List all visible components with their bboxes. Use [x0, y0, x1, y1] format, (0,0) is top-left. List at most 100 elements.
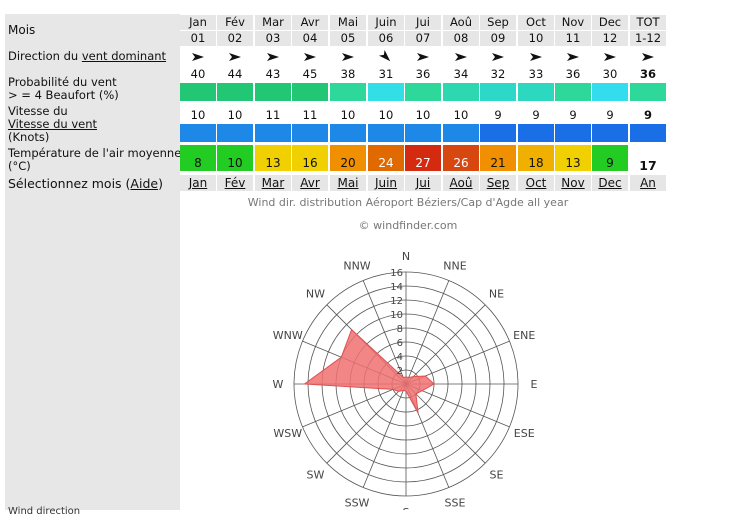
radial-tick-label: 6	[397, 338, 403, 349]
month-select-link-9[interactable]: Oct	[518, 175, 554, 191]
temperature-value-total: 17	[639, 158, 657, 173]
direction-label: NE	[489, 287, 504, 300]
month-select-link-2[interactable]: Mar	[255, 175, 291, 191]
month-number-8: 09	[480, 31, 516, 46]
direction-label: W	[273, 378, 284, 391]
month-select-link-7[interactable]: Aoû	[443, 175, 479, 191]
label-select-suffix: )	[158, 176, 163, 191]
wind-probability-bar-7	[443, 83, 479, 101]
temperature-value-3: 16	[302, 156, 318, 170]
direction-label: SSE	[445, 496, 466, 509]
wind-speed-bar-10	[555, 124, 591, 142]
label-temp-line2: (°C)	[8, 159, 31, 173]
month-number-11: 12	[592, 31, 628, 46]
wind-speed-bar-3	[292, 124, 328, 142]
wind-speed-value-4: 10	[340, 108, 356, 122]
wind-probability-value-2: 43	[265, 67, 281, 81]
wind-direction-arrow-icon	[603, 49, 617, 63]
month-select-link-12[interactable]: An	[630, 175, 666, 191]
radial-tick-label: 2	[397, 366, 403, 377]
month-select-link-3[interactable]: Avr	[292, 175, 328, 191]
radial-tick-label: 14	[390, 282, 403, 293]
wind-speed-bar-9	[518, 124, 554, 142]
month-name-10: Nov	[555, 15, 591, 30]
month-number-1: 02	[217, 31, 253, 46]
direction-label: E	[531, 378, 538, 391]
wind-speed-value-0: 10	[190, 108, 206, 122]
temperature-value-6: 27	[415, 156, 431, 170]
month-select-link-8[interactable]: Sep	[480, 175, 516, 191]
wind-speed-bar-12	[630, 124, 666, 142]
month-number-3: 04	[292, 31, 328, 46]
chart-title: Wind dir. distribution Aéroport Béziers/…	[247, 196, 569, 209]
radial-grid-spoke	[326, 383, 407, 464]
wind-probability-value-7: 34	[453, 67, 469, 81]
wind-direction-arrow-icon	[416, 49, 430, 63]
direction-label: SE	[490, 469, 504, 482]
wind-probability-value-11: 30	[602, 67, 618, 81]
wind-probability-bar-0	[180, 83, 216, 101]
wind-direction-arrow-icon	[491, 49, 505, 63]
month-select-link-0[interactable]: Jan	[180, 175, 216, 191]
wind-direction-arrow-icon	[303, 49, 317, 63]
month-number-12: 1-12	[630, 31, 666, 46]
link-vent-dominant[interactable]: vent dominant	[82, 49, 166, 63]
month-name-6: Jui	[405, 15, 441, 30]
month-select-link-4[interactable]: Mai	[330, 175, 366, 191]
wind-direction-arrow-icon	[228, 49, 242, 63]
month-select-link-11[interactable]: Dec	[592, 175, 628, 191]
wind-speed-bar-8	[480, 124, 516, 142]
radial-tick-label: 10	[390, 310, 403, 321]
wind-probability-value-1: 44	[227, 67, 243, 81]
month-number-10: 11	[555, 31, 591, 46]
month-name-11: Dec	[592, 15, 628, 30]
wind-direction-arrow-icon	[191, 49, 205, 63]
direction-label: S	[403, 506, 410, 510]
wind-speed-bar-5	[368, 124, 404, 142]
wind-speed-bar-7	[443, 124, 479, 142]
chart-credit: © windfinder.com	[358, 219, 458, 232]
direction-label: ESE	[514, 427, 535, 440]
month-number-4: 05	[330, 31, 366, 46]
month-name-9: Oct	[518, 15, 554, 30]
wind-speed-value-11: 9	[606, 108, 614, 122]
wind-probability-value-3: 45	[302, 67, 318, 81]
month-select-link-6[interactable]: Jui	[405, 175, 441, 191]
radial-tick-label: 12	[390, 296, 403, 307]
link-vitesse-du-vent-text[interactable]: Vitesse du vent	[8, 117, 97, 131]
wind-speed-value-8: 9	[494, 108, 502, 122]
month-name-0: Jan	[180, 15, 216, 30]
wind-direction-arrow-icon	[454, 49, 468, 63]
temperature-value-10: 13	[565, 156, 581, 170]
month-select-link-10[interactable]: Nov	[555, 175, 591, 191]
label-select-prefix: Sélectionnez mois (	[8, 176, 131, 191]
wind-probability-bar-6	[405, 83, 441, 101]
month-number-9: 10	[518, 31, 554, 46]
wind-probability-bar-9	[518, 83, 554, 101]
temperature-value-1: 10	[227, 156, 243, 170]
wind-speed-bar-2	[255, 124, 291, 142]
wind-speed-value-12: 9	[643, 108, 652, 122]
wind-probability-value-0: 40	[190, 67, 206, 81]
month-number-2: 03	[255, 31, 291, 46]
wind-speed-value-7: 10	[453, 108, 469, 122]
wind-probability-value-9: 33	[528, 67, 544, 81]
label-prob-line2: > = 4 Beaufort (%)	[8, 88, 119, 102]
label-bottom-cut: Wind direction	[8, 506, 81, 517]
link-aide[interactable]: Aide	[130, 176, 158, 191]
wind-direction-arrow-icon	[529, 49, 543, 63]
temperature-value-7: 26	[453, 156, 469, 170]
month-select-link-5[interactable]: Juin	[368, 175, 404, 191]
label-direction: Direction du vent dominant	[8, 50, 166, 63]
radial-grid-spoke	[405, 383, 486, 464]
temperature-value-4: 20	[340, 156, 356, 170]
direction-label: SSW	[345, 496, 370, 509]
month-select-link-1[interactable]: Fév	[217, 175, 253, 191]
temperature-value-9: 18	[528, 156, 544, 170]
month-name-8: Sep	[480, 15, 516, 30]
wind-probability-bar-2	[255, 83, 291, 101]
month-name-3: Avr	[292, 15, 328, 30]
wind-speed-value-1: 10	[227, 108, 243, 122]
month-number-0: 01	[180, 31, 216, 46]
wind-probability-bar-10	[555, 83, 591, 101]
